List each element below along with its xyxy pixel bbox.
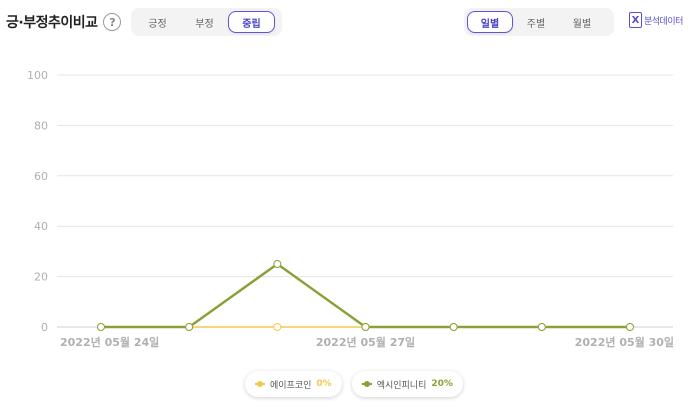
y-tick-label: 100 [27, 69, 48, 82]
y-tick-label: 20 [34, 271, 48, 284]
legend-label: 에이프코인 [270, 380, 312, 391]
legend-percent: 20% [431, 379, 453, 389]
data-point [626, 323, 634, 331]
x-tick-label: 2022년 05월 24일 [60, 335, 159, 349]
data-point [361, 323, 370, 331]
line-chart: 0 20 40 60 80 100 2022년 05월 24일 2022년 05월 27일 20… [27, 69, 674, 349]
y-tick-label: 0 [41, 321, 48, 334]
y-tick-label: 80 [34, 119, 48, 132]
legend-item-series-1[interactable]: 에이프코인 0% [245, 371, 342, 397]
x-tick-label: 2022년 05월 30일 [575, 335, 674, 349]
y-tick-label: 40 [34, 220, 48, 233]
data-point [273, 260, 282, 268]
chart-legend: 에이프코인 0% 엑시인피니티 20% [245, 371, 463, 397]
y-tick-label: 60 [34, 170, 48, 183]
legend-swatch [255, 381, 265, 387]
legend-swatch [361, 381, 372, 387]
legend-percent: 0% [316, 379, 332, 389]
x-tick-label: 2022년 05월 27일 [316, 335, 415, 349]
legend-item-series-2[interactable]: 엑시인피니티 20% [351, 371, 463, 397]
data-point [537, 323, 546, 331]
data-point [273, 323, 282, 331]
legend-label: 엑시인피니티 [376, 380, 427, 391]
series-line [101, 262, 630, 329]
data-point [97, 323, 105, 331]
data-point [449, 323, 458, 331]
data-point [185, 323, 194, 331]
